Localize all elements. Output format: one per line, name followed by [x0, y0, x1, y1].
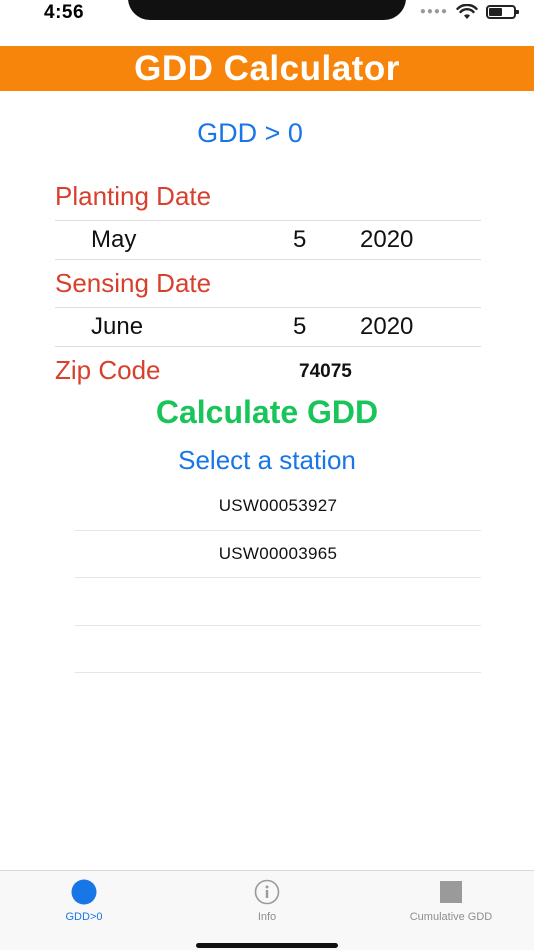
tab-gdd-above-zero[interactable]: GDD>0 [19, 879, 149, 923]
info-circle-icon [254, 879, 280, 905]
home-indicator [196, 943, 338, 948]
sensing-month[interactable]: June [91, 313, 143, 341]
divider [55, 259, 481, 260]
planting-date-label: Planting Date [55, 181, 212, 211]
station-item[interactable] [75, 578, 481, 626]
mode-title: GDD > 0 [197, 118, 303, 148]
station-item[interactable]: USW00003965 [75, 531, 481, 578]
app-header: GDD Calculator [0, 46, 534, 91]
zip-code-field[interactable]: 74075 [299, 361, 352, 383]
tab-label: Info [257, 911, 277, 923]
station-item[interactable]: USW00053927 [75, 483, 481, 531]
station-item[interactable] [75, 626, 481, 673]
wifi-icon [456, 4, 478, 19]
sensing-day[interactable]: 5 [293, 313, 306, 341]
signal-icon: ●●●● [419, 6, 448, 17]
select-station-heading: Select a station [178, 445, 356, 475]
sensing-date-label: Sensing Date [55, 268, 212, 298]
tab-info[interactable]: Info [202, 879, 332, 923]
planting-month[interactable]: May [91, 226, 136, 254]
station-list: USW00053927 USW00003965 [75, 483, 481, 673]
tab-bar: GDD>0 Info Cumulative GDD [0, 870, 534, 950]
planting-date-picker[interactable]: May 5 2020 [55, 221, 481, 259]
filled-circle-icon [71, 879, 97, 905]
calculate-gdd-button[interactable]: Calculate GDD [0, 394, 534, 431]
square-icon [440, 881, 462, 903]
divider [55, 346, 481, 347]
planting-day[interactable]: 5 [293, 226, 306, 254]
tab-cumulative-gdd[interactable]: Cumulative GDD [386, 879, 516, 923]
status-bar: 4:56 ●●●● [0, 0, 534, 40]
sensing-year[interactable]: 2020 [360, 313, 413, 341]
app-title: GDD Calculator [134, 48, 400, 88]
notch [128, 0, 406, 20]
planting-year[interactable]: 2020 [360, 226, 413, 254]
status-time: 4:56 [44, 2, 85, 23]
zip-code-label: Zip Code [55, 355, 161, 385]
battery-icon [486, 5, 519, 19]
status-indicators: ●●●● [419, 4, 519, 20]
sensing-date-picker[interactable]: June 5 2020 [55, 308, 481, 346]
tab-label: Cumulative GDD [409, 911, 493, 923]
tab-label: GDD>0 [65, 911, 103, 923]
